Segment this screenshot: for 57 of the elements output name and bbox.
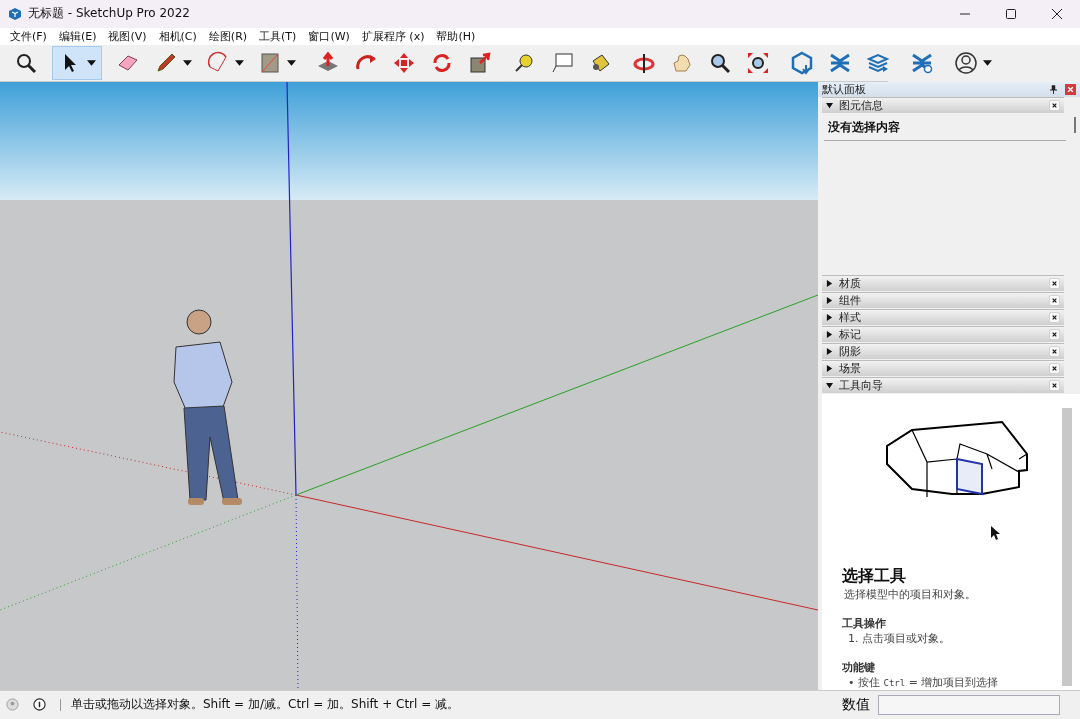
caret-icon[interactable]: [183, 59, 192, 66]
panel-section-header[interactable]: 阴影: [822, 342, 1064, 359]
panel-section-header[interactable]: 场景: [822, 359, 1064, 376]
measurement-label: 数值: [842, 695, 870, 714]
tool-button[interactable]: [52, 45, 102, 80]
section-title: 组件: [839, 292, 861, 308]
app-logo-icon: [8, 6, 22, 21]
section-title: 阴影: [839, 343, 861, 359]
caret-icon[interactable]: [87, 59, 96, 66]
arrow-cursor-icon: [990, 524, 1000, 541]
entity-info-text: 没有选择内容: [828, 118, 900, 136]
pin-icon[interactable]: [1050, 84, 1057, 94]
modifier-key-text: • 按住 Ctrl = 增加项目到选择: [847, 674, 1000, 690]
section-title: 样式: [839, 309, 861, 325]
section-heading: 工具操作: [842, 615, 887, 631]
menu-item[interactable]: 窗口(W): [302, 28, 356, 44]
measurement-input-field[interactable]: [878, 694, 1060, 715]
caret-icon[interactable]: [287, 59, 296, 66]
scale-icon: [468, 50, 492, 75]
section-title: 场景: [839, 360, 861, 376]
section-title: 工具向导: [839, 377, 883, 393]
panel-section-header[interactable]: 工具向导: [822, 376, 1064, 393]
menu-item[interactable]: 视图(V): [102, 28, 153, 44]
section-title: 图元信息: [839, 98, 883, 114]
section-title: 材质: [839, 275, 861, 291]
cube-download-icon: [790, 50, 814, 75]
tool-description: 选择模型中的项目和对象。: [843, 586, 977, 602]
info-icon[interactable]: [33, 698, 46, 712]
status-message: 单击或拖动以选择对象。Shift = 加/减。Ctrl = 加。Shift + Ctrl = 减。: [71, 696, 460, 714]
menu-item[interactable]: 工具(T): [253, 28, 303, 44]
panel-section-header[interactable]: 标记: [822, 325, 1064, 342]
scrollbar[interactable]: [1062, 407, 1072, 686]
menu-item[interactable]: 扩展程序 (x): [355, 28, 431, 44]
menu-item[interactable]: 文件(F): [4, 28, 53, 44]
window-title: 无标题 - SketchUp Pro 2022: [28, 5, 190, 23]
menu-item[interactable]: 编辑(E): [52, 28, 103, 44]
caret-icon[interactable]: [235, 59, 244, 66]
close-icon[interactable]: [1051, 7, 1063, 20]
user-icon: [954, 50, 978, 75]
section-heading: 功能键: [842, 659, 876, 675]
panel-title: 默认面板: [822, 81, 866, 97]
panel-section-header[interactable]: 图元信息: [822, 97, 1064, 114]
zoom-extents-icon: [746, 50, 770, 75]
panel-section-header[interactable]: 材质: [822, 274, 1064, 291]
section-title: 标记: [839, 326, 861, 342]
maximize-icon[interactable]: [1005, 7, 1017, 20]
panel-section-header[interactable]: 样式: [822, 308, 1064, 325]
menu-item[interactable]: 相机(C): [152, 28, 203, 44]
menu-item[interactable]: 绘图(R): [202, 28, 254, 44]
panel-section-header[interactable]: 组件: [822, 291, 1064, 308]
menu-item[interactable]: 帮助(H): [430, 28, 482, 44]
rectangle-icon: [258, 50, 282, 75]
tool-title: 选择工具: [842, 565, 907, 587]
text-label-icon: [550, 50, 574, 75]
scrollbar-thumb[interactable]: [1074, 117, 1076, 134]
caret-icon[interactable]: [983, 59, 992, 66]
step-text: 1. 点击项目或对象。: [847, 630, 951, 646]
